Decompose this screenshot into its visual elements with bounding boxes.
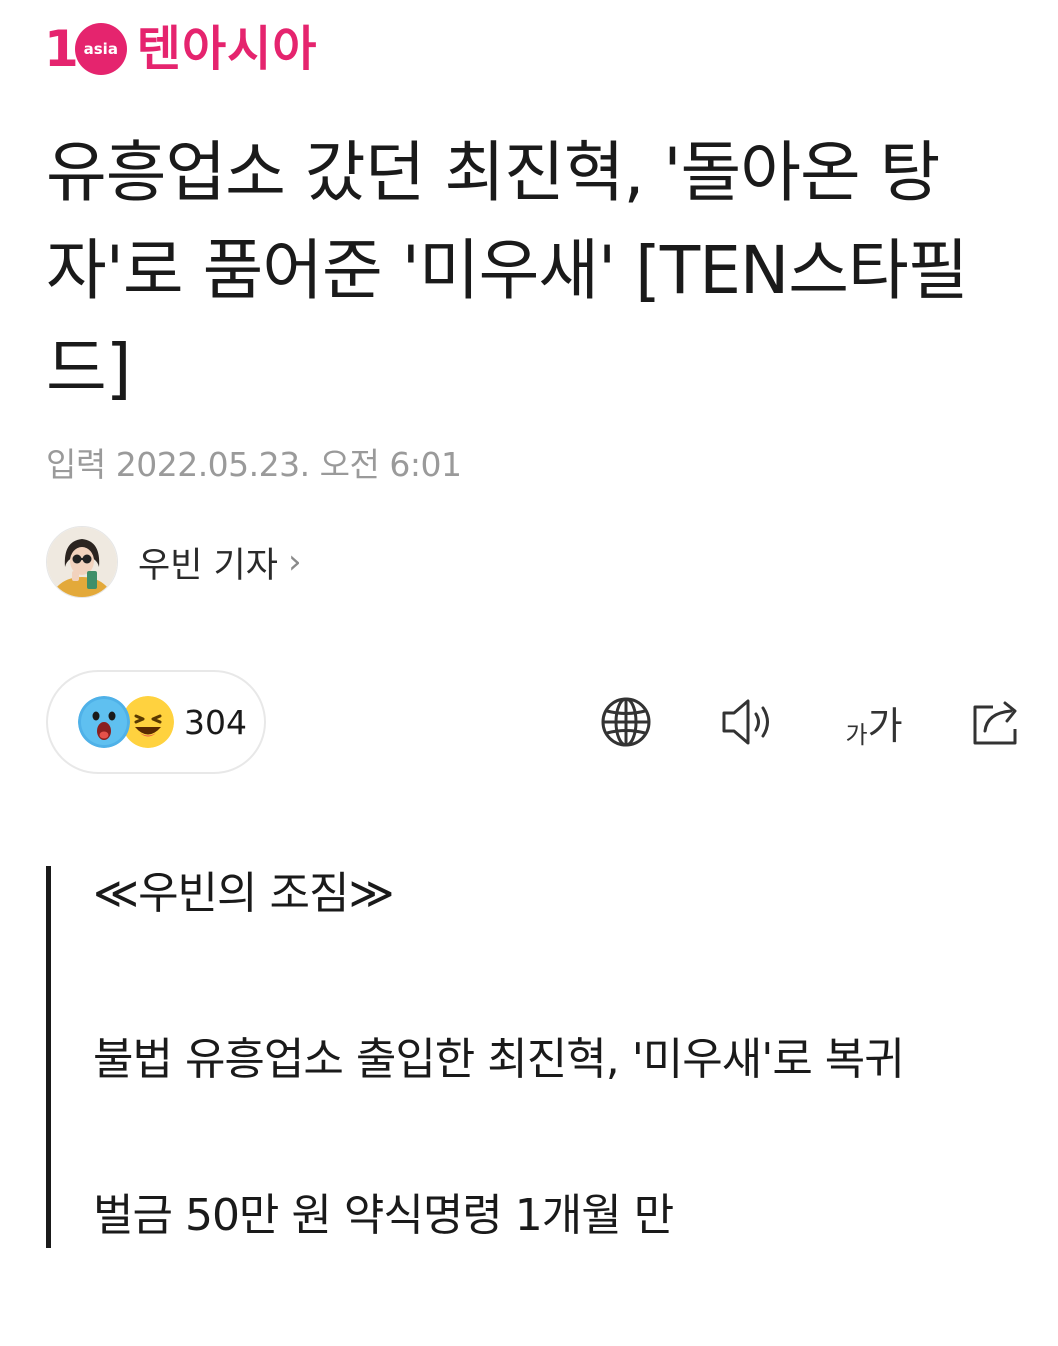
summary-title: ≪우빈의 조짐≫ [93,868,395,919]
reporter-link[interactable]: 우빈 기자 › [46,526,302,598]
reaction-count: 304 [184,702,247,742]
share-button[interactable] [968,692,1028,752]
avatar-image-icon [47,527,117,597]
surprised-emoji-icon [78,696,130,748]
font-large-glyph: 가 [867,703,903,748]
article-summary: ≪우빈의 조짐≫ 불법 유흥업소 출입한 최진혁, '미우새'로 복귀 벌금 5… [46,866,1026,1248]
logo-circle: asia [74,23,127,75]
translate-button[interactable] [596,692,656,752]
chevron-right-icon: › [287,542,302,582]
globe-icon [601,697,651,747]
logo-circle-text: asia [83,40,118,58]
reporter-avatar [46,526,118,598]
article-date: 입력 2022.05.23. 오전 6:01 [46,445,462,484]
font-size-button[interactable]: 가 가 [836,692,912,752]
reaction-icons [78,694,174,750]
site-logo[interactable]: 1 asia 텐아시아 [44,18,317,80]
summary-line: 불법 유흥업소 출입한 최진혁, '미우새'로 복귀 [93,1034,905,1085]
reporter-name: 우빈 기자 [138,545,278,586]
speaker-icon [722,699,769,745]
logo-number: 1 [44,20,79,78]
reaction-button[interactable]: 304 [46,670,266,774]
share-icon [973,701,1017,745]
font-small-glyph: 가 [845,720,868,749]
font-size-icon: 가 가 [845,695,902,750]
text-to-speech-button[interactable] [718,692,778,752]
logo-name: 텐아시아 [136,21,318,77]
summary-line: 벌금 50만 원 약식명령 1개월 만 [93,1190,674,1241]
article-headline: 유흥업소 갔던 최진혁, '돌아온 탕자'로 품어준 '미우새' [TEN스타필… [46,134,968,407]
